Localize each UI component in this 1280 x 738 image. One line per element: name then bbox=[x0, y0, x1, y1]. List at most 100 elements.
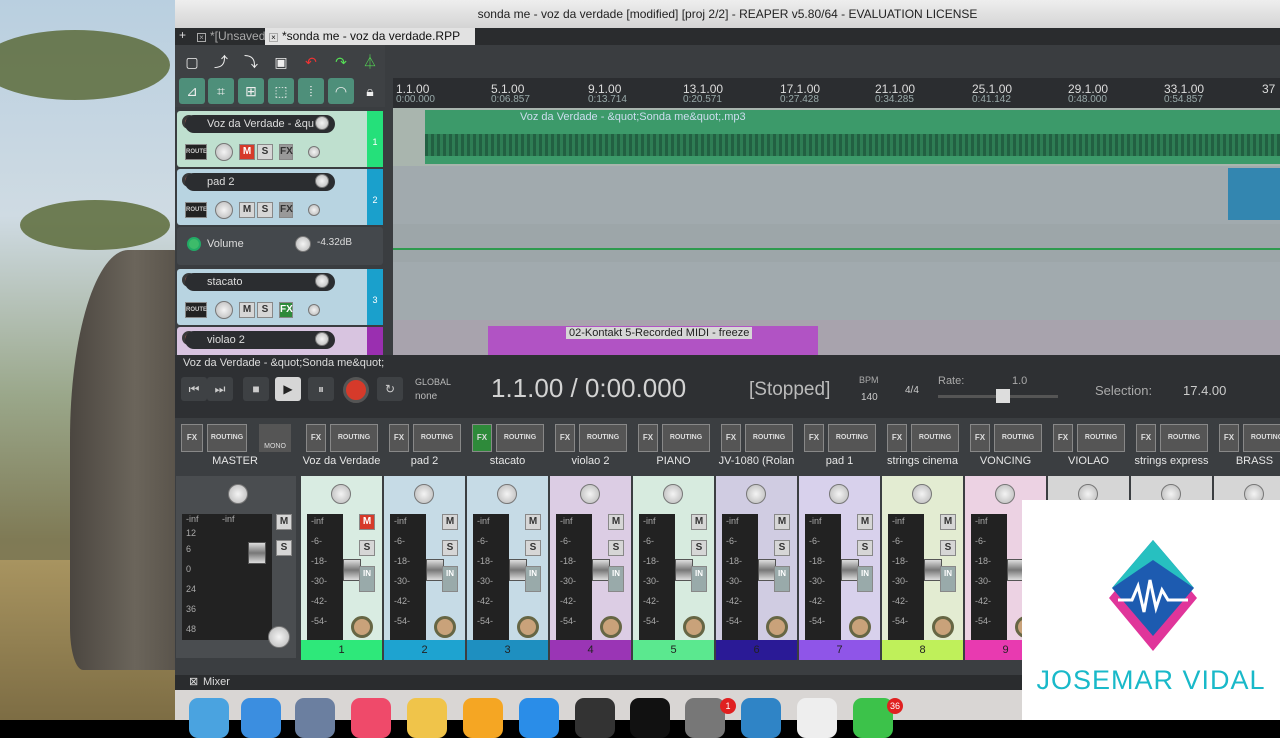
pan-knob[interactable] bbox=[580, 484, 600, 504]
lock-icon[interactable]: 🔒︎ bbox=[357, 78, 383, 104]
mute-button[interactable]: M bbox=[239, 202, 255, 218]
mono-button[interactable]: MONO bbox=[259, 424, 291, 452]
midi-item[interactable] bbox=[1228, 168, 1280, 220]
mute-button[interactable]: M bbox=[239, 302, 255, 318]
item-grouping-icon[interactable]: ⬚ bbox=[268, 78, 294, 104]
fx-button[interactable]: FX bbox=[804, 424, 824, 452]
close-icon[interactable]: × bbox=[269, 33, 278, 42]
rate-slider-handle[interactable] bbox=[996, 389, 1010, 403]
new-project-icon[interactable]: ▢ bbox=[179, 49, 205, 75]
track-lane-3[interactable] bbox=[393, 262, 1280, 320]
solo-button[interactable]: S bbox=[940, 540, 956, 556]
record-arm-icon[interactable] bbox=[932, 616, 954, 638]
time-display[interactable]: 1.1.00 / 0:00.000 bbox=[491, 373, 686, 404]
input-button[interactable]: IN bbox=[774, 566, 790, 592]
routing-button[interactable]: ROUTING bbox=[994, 424, 1042, 452]
metronome-icon[interactable]: ⏃ bbox=[357, 49, 383, 75]
finder-icon[interactable] bbox=[189, 698, 229, 738]
solo-button[interactable]: S bbox=[774, 540, 790, 556]
mute-button[interactable]: M bbox=[774, 514, 790, 530]
mute-button[interactable]: M bbox=[276, 514, 292, 530]
routing-button[interactable]: ROUTING bbox=[745, 424, 793, 452]
bpm-value[interactable]: 140 bbox=[861, 392, 878, 403]
envelope-line[interactable] bbox=[393, 248, 1280, 250]
record-arm-icon[interactable] bbox=[351, 616, 373, 638]
solo-button[interactable]: S bbox=[525, 540, 541, 556]
volume-knob[interactable] bbox=[315, 274, 329, 288]
pan-knob[interactable] bbox=[746, 484, 766, 504]
pan-knob[interactable] bbox=[995, 484, 1015, 504]
fx-button[interactable]: FX bbox=[472, 424, 492, 452]
play-icon[interactable]: ▶ bbox=[275, 377, 301, 401]
frozen-item[interactable]: 02-Kontakt 5-Recorded MIDI - freeze bbox=[488, 326, 818, 355]
ibooks-icon[interactable] bbox=[463, 698, 503, 738]
volume-envelope-lane[interactable]: Volume -4.32dB bbox=[177, 227, 383, 265]
gear-icon[interactable] bbox=[268, 626, 290, 648]
solo-button[interactable]: S bbox=[257, 202, 273, 218]
pan-knob[interactable] bbox=[497, 484, 517, 504]
close-icon[interactable]: ⊠ bbox=[189, 675, 198, 690]
input-button[interactable]: IN bbox=[359, 566, 375, 592]
selection-value[interactable]: 17.4.00 bbox=[1183, 383, 1226, 398]
reaper-icon[interactable] bbox=[630, 698, 670, 738]
envelope-icon[interactable]: ⦙ bbox=[298, 78, 324, 104]
fx-button[interactable]: FX bbox=[1136, 424, 1156, 452]
arrange-view[interactable]: 1.1.00 0:00.000 5.1.00 0:06.857 9.1.00 0:13… bbox=[393, 78, 1280, 355]
fx-button[interactable]: FX bbox=[306, 424, 326, 452]
rate-slider[interactable] bbox=[938, 389, 1058, 403]
routing-button[interactable]: ROUTING bbox=[1243, 424, 1280, 452]
input-button[interactable]: IN bbox=[525, 566, 541, 592]
record-arm-icon[interactable] bbox=[600, 616, 622, 638]
input-button[interactable]: IN bbox=[940, 566, 956, 592]
pan-knob[interactable] bbox=[663, 484, 683, 504]
record-arm-icon[interactable] bbox=[849, 616, 871, 638]
safari-icon[interactable] bbox=[241, 698, 281, 738]
launchpad-icon[interactable] bbox=[295, 698, 335, 738]
envelope-knob[interactable] bbox=[295, 236, 311, 252]
track-3[interactable]: stacato ROUTE M S FX 3 bbox=[177, 269, 383, 325]
save-project-icon[interactable]: ⤵ bbox=[238, 49, 264, 75]
fx-button[interactable]: FX bbox=[1219, 424, 1239, 452]
close-icon[interactable]: × bbox=[197, 33, 206, 42]
routing-button[interactable]: ROUTING bbox=[828, 424, 876, 452]
fx-button[interactable]: FX bbox=[279, 144, 293, 160]
solo-button[interactable]: S bbox=[442, 540, 458, 556]
routing-button[interactable]: ROUTING bbox=[413, 424, 461, 452]
envelope-active-icon[interactable] bbox=[187, 237, 201, 251]
pan-knob[interactable] bbox=[414, 484, 434, 504]
fx-button[interactable]: FX bbox=[721, 424, 741, 452]
project-tab-active[interactable]: × *sonda me - voz da verdade.RPP bbox=[265, 28, 475, 45]
redo-icon[interactable]: ↷ bbox=[328, 49, 354, 75]
pan-knob[interactable] bbox=[215, 301, 233, 319]
timeline-ruler[interactable]: 1.1.00 0:00.000 5.1.00 0:06.857 9.1.00 0:13… bbox=[393, 78, 1280, 108]
pan-knob[interactable] bbox=[215, 143, 233, 161]
routing-button[interactable]: ROUTING bbox=[662, 424, 710, 452]
routing-button[interactable]: ROUTING bbox=[1160, 424, 1208, 452]
routing-button[interactable]: ROUTING bbox=[579, 424, 627, 452]
go-to-start-icon[interactable]: ⏮︎ bbox=[181, 377, 207, 401]
fx-button[interactable]: FX bbox=[279, 202, 293, 218]
fx-button[interactable]: FX bbox=[555, 424, 575, 452]
route-button[interactable]: ROUTE bbox=[185, 302, 207, 318]
volume-envelope-lane[interactable] bbox=[393, 224, 1280, 262]
app-icon[interactable] bbox=[797, 698, 837, 738]
solo-button[interactable]: S bbox=[359, 540, 375, 556]
audio-item[interactable]: Voz da Verdade - &quot;Sonda me&quot;.mp… bbox=[425, 110, 1280, 164]
track-name[interactable]: pad 2 bbox=[185, 173, 335, 191]
automation-mode-select[interactable]: none bbox=[415, 391, 437, 402]
track-name[interactable]: violao 2 bbox=[185, 331, 335, 349]
pan-knob[interactable] bbox=[228, 484, 248, 504]
system-icon[interactable] bbox=[575, 698, 615, 738]
volume-knob[interactable] bbox=[315, 174, 329, 188]
input-button[interactable]: IN bbox=[857, 566, 873, 592]
solo-button[interactable]: S bbox=[276, 540, 292, 556]
routing-button[interactable]: ROUTING bbox=[207, 424, 247, 452]
mute-button[interactable]: M bbox=[525, 514, 541, 530]
track-lane-2[interactable] bbox=[393, 166, 1280, 224]
solo-button[interactable]: S bbox=[257, 144, 273, 160]
mute-button[interactable]: M bbox=[239, 144, 255, 160]
undo-icon[interactable]: ↶ bbox=[298, 49, 324, 75]
track-lane-1[interactable]: Voz da Verdade - &quot;Sonda me&quot;.mp… bbox=[393, 108, 1280, 166]
pan-knob[interactable] bbox=[829, 484, 849, 504]
mute-button[interactable]: M bbox=[442, 514, 458, 530]
